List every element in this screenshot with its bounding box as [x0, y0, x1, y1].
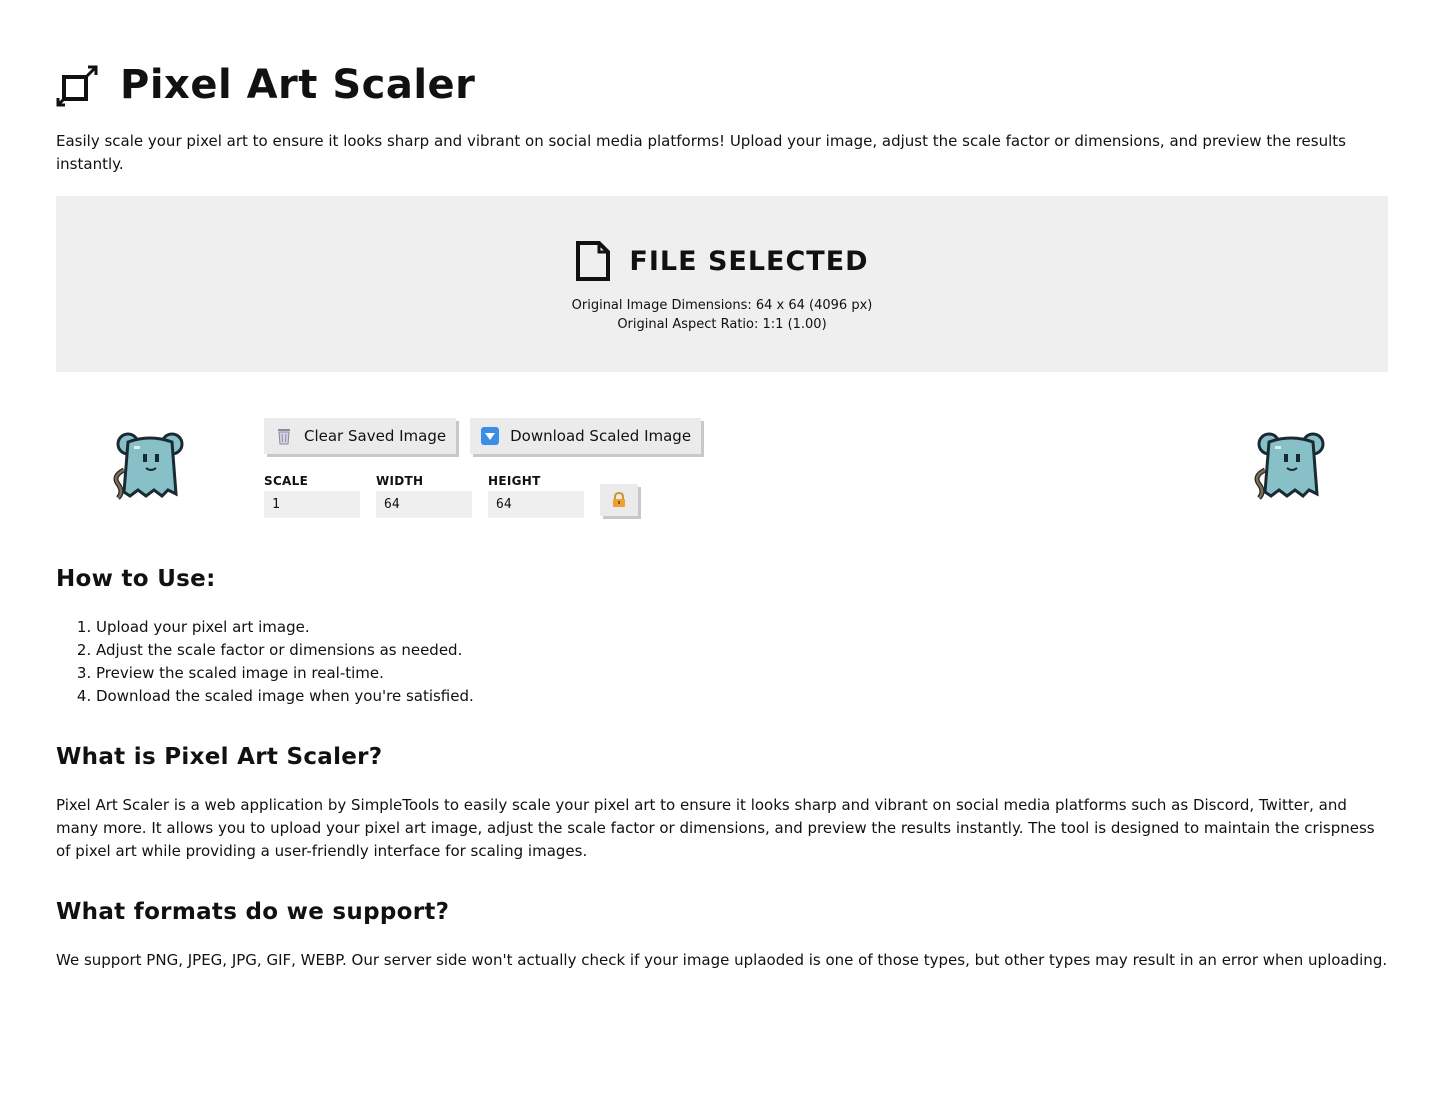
scale-field: SCALE [264, 474, 360, 518]
original-aspect-ratio: Original Aspect Ratio: 1:1 (1.00) [617, 317, 827, 332]
original-dimensions: Original Image Dimensions: 64 x 64 (4096… [571, 298, 873, 313]
intro-text: Easily scale your pixel art to ensure it… [56, 132, 1346, 173]
list-item: Download the scaled image when you're sa… [96, 685, 1388, 708]
download-arrow-icon [481, 427, 500, 445]
list-item: Upload your pixel art image. [96, 616, 1388, 639]
width-field: WIDTH [376, 474, 472, 518]
aspect-lock-button[interactable] [600, 484, 638, 516]
height-field: HEIGHT [488, 474, 584, 518]
scale-fields: SCALE WIDTH HEIGHT [264, 474, 638, 518]
clear-saved-image-button[interactable]: Clear Saved Image [264, 418, 457, 454]
height-input[interactable] [488, 491, 584, 518]
width-label: WIDTH [376, 474, 424, 488]
file-icon [576, 241, 611, 281]
how-to-use-heading: How to Use: [56, 566, 216, 592]
upload-dropzone[interactable]: FILE SELECTED Original Image Dimensions:… [56, 196, 1388, 372]
formats-text: We support PNG, JPEG, JPG, GIF, WEBP. Ou… [56, 951, 1388, 969]
what-is-text: Pixel Art Scaler is a web application by… [56, 796, 1375, 860]
original-preview-image [113, 432, 184, 500]
width-input[interactable] [376, 491, 472, 518]
page: Pixel Art Scaler Easily scale your pixel… [0, 56, 1444, 972]
trash-icon [278, 429, 290, 445]
formats-heading: What formats do we support? [56, 899, 450, 925]
page-title: Pixel Art Scaler [120, 62, 476, 108]
scale-label: SCALE [264, 474, 309, 488]
height-label: HEIGHT [488, 474, 541, 488]
list-item: Adjust the scale factor or dimensions as… [96, 639, 1388, 662]
download-scaled-image-button[interactable]: Download Scaled Image [470, 418, 702, 454]
file-status: FILE SELECTED [629, 245, 869, 277]
scale-input[interactable] [264, 491, 360, 518]
resize-icon [56, 65, 98, 107]
controls-area: Clear Saved Image Download Scaled Image … [56, 372, 1388, 542]
file-meta: Original Image Dimensions: 64 x 64 (4096… [572, 296, 873, 334]
list-item: Preview the scaled image in real-time. [96, 662, 1388, 685]
download-scaled-image-label: Download Scaled Image [510, 427, 692, 445]
clear-saved-image-label: Clear Saved Image [304, 427, 447, 445]
what-is-heading: What is Pixel Art Scaler? [56, 744, 383, 770]
how-to-steps: Upload your pixel art image. Adjust the … [56, 616, 1388, 708]
scaled-preview-image [1254, 432, 1325, 500]
title-row: Pixel Art Scaler [56, 56, 1388, 114]
lock-icon [613, 492, 625, 507]
action-buttons: Clear Saved Image Download Scaled Image [264, 418, 702, 454]
dropzone-header: FILE SELECTED [575, 240, 868, 282]
